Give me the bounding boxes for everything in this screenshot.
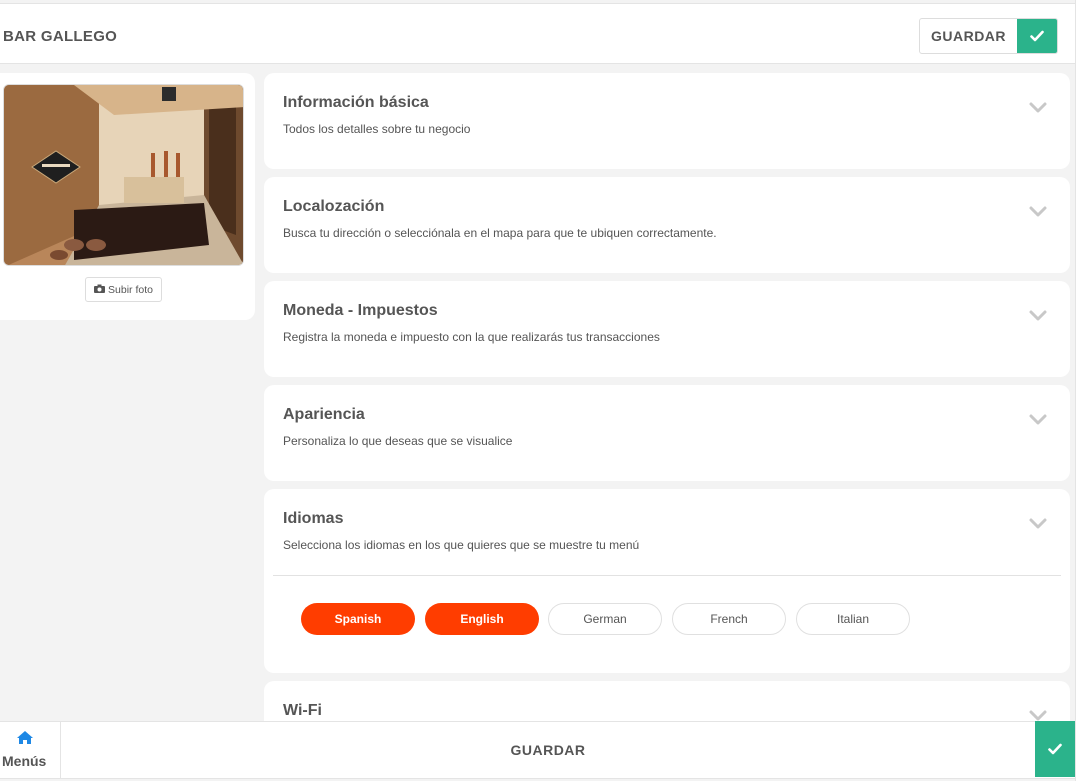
section-description: Registra la moneda e impuesto con la que… bbox=[283, 330, 660, 344]
section-description: Selecciona los idiomas en los que quiere… bbox=[283, 538, 640, 552]
section-title: Información básica bbox=[283, 94, 429, 111]
section-divider bbox=[273, 575, 1061, 576]
section-appearance[interactable]: Apariencia Personaliza lo que deseas que… bbox=[264, 385, 1070, 481]
save-button-bottom[interactable]: GUARDAR bbox=[61, 722, 1035, 778]
chevron-down-icon[interactable] bbox=[1028, 101, 1048, 115]
section-languages[interactable]: Idiomas Selecciona los idiomas en los qu… bbox=[264, 489, 1070, 673]
menus-label[interactable]: Menús bbox=[2, 753, 46, 769]
language-pill-english[interactable]: English bbox=[425, 603, 539, 635]
chevron-down-icon[interactable] bbox=[1028, 205, 1048, 219]
menus-tab[interactable]: Menús bbox=[0, 722, 61, 778]
section-currency-taxes[interactable]: Moneda - Impuestos Registra la moneda e … bbox=[264, 281, 1070, 377]
save-button-top[interactable]: GUARDAR bbox=[919, 18, 1058, 54]
chevron-down-icon[interactable] bbox=[1028, 309, 1048, 323]
camera-icon bbox=[94, 284, 106, 296]
language-pill-german[interactable]: German bbox=[548, 603, 662, 635]
photo-card: Subir foto bbox=[0, 73, 255, 320]
section-basic-info[interactable]: Información básica Todos los detalles so… bbox=[264, 73, 1070, 169]
section-title: Localozación bbox=[283, 198, 385, 215]
section-description: Personaliza lo que deseas que se visuali… bbox=[283, 434, 513, 448]
section-title: Wi-Fi bbox=[283, 702, 322, 719]
upload-photo-label[interactable]: Subir foto bbox=[108, 284, 153, 296]
save-button-label[interactable]: GUARDAR bbox=[920, 19, 1017, 53]
scrollbar[interactable] bbox=[1075, 0, 1084, 781]
section-description: Todos los detalles sobre tu negocio bbox=[283, 122, 471, 136]
bottom-bar: Menús GUARDAR bbox=[0, 721, 1075, 779]
language-pill-french[interactable]: French bbox=[672, 603, 786, 635]
chevron-down-icon[interactable] bbox=[1028, 517, 1048, 531]
section-description: Busca tu dirección o selecciónala en el … bbox=[283, 226, 717, 240]
home-icon[interactable] bbox=[16, 730, 34, 745]
language-pill-italian[interactable]: Italian bbox=[796, 603, 910, 635]
top-bar: BAR GALLEGO GUARDAR bbox=[0, 3, 1075, 64]
chevron-down-icon[interactable] bbox=[1028, 413, 1048, 427]
check-icon[interactable] bbox=[1035, 721, 1075, 777]
business-name: BAR GALLEGO bbox=[3, 28, 118, 45]
section-title: Apariencia bbox=[283, 406, 365, 423]
business-photo bbox=[3, 84, 244, 266]
section-title: Idiomas bbox=[283, 510, 344, 527]
upload-photo-button[interactable]: Subir foto bbox=[85, 277, 162, 302]
section-title: Moneda - Impuestos bbox=[283, 302, 438, 319]
section-location[interactable]: Localozación Busca tu dirección o selecc… bbox=[264, 177, 1070, 273]
language-pill-spanish[interactable]: Spanish bbox=[301, 603, 415, 635]
check-icon[interactable] bbox=[1017, 19, 1057, 53]
